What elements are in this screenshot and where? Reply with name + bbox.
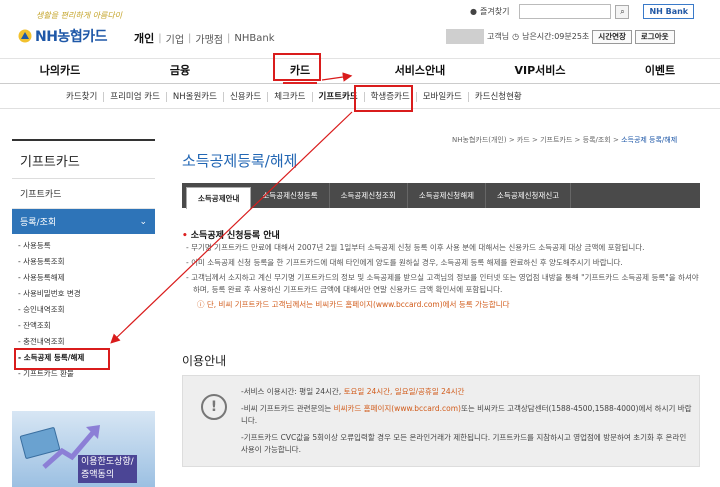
logo-text: NH농협카드 [35, 29, 107, 45]
favorites-label: 즐겨찾기 [479, 7, 510, 16]
main-nav: 나의카드 금융 카드 서비스안내 VIP서비스 이벤트 [0, 58, 720, 84]
page-title: 소득공제등록/해제 [182, 152, 298, 170]
section-title: • 소득공제 신청등록 안내 [182, 228, 280, 241]
site-nav-personal[interactable]: 개인 [134, 30, 154, 46]
site-nav-nhbank[interactable]: NHBank [234, 33, 274, 44]
sidebar-sub-register-cancel[interactable]: - 사용등록해제 [18, 270, 155, 286]
logout-button[interactable]: 로그아웃 [634, 29, 675, 44]
tab-apply-register[interactable]: 소득공제신청등록 [251, 183, 330, 208]
guide-bullet: - 이미 소득공제 신청 등록을 한 기프트카드에 대해 타인에게 양도를 원하… [186, 258, 623, 267]
bullet-icon: • [182, 231, 188, 241]
sub-nav-status[interactable]: 카드신청현황 [469, 92, 528, 102]
highlight-sub-gift [354, 85, 413, 112]
info-icon: ⓘ [197, 300, 205, 309]
slogan: 생활을 편리하게 아름다이 [36, 11, 123, 20]
sub-nav-check[interactable]: 체크카드 [268, 91, 313, 102]
session-timer: 남은시간:09분25초 [522, 32, 590, 41]
gnb-service[interactable]: 서비스안내 [360, 59, 480, 83]
sidebar-item-register[interactable]: 등록/조회 ⌄ [12, 209, 155, 234]
sidebar-sub-approval-inquiry[interactable]: - 승인내역조회 [18, 302, 155, 318]
sidebar-sub-register-inquiry[interactable]: - 사용등록조회 [18, 254, 155, 270]
search-icon[interactable]: ⌕ [615, 4, 630, 19]
exclamation-icon: ! [201, 394, 227, 420]
extend-session-button[interactable]: 시간연장 [592, 29, 632, 44]
tab-apply-report[interactable]: 소득공제신청재신고 [486, 183, 572, 208]
sidebar-sub-balance[interactable]: - 잔액조회 [18, 318, 155, 334]
highlight-sidebar-tax [14, 348, 110, 370]
gnb-my-card[interactable]: 나의카드 [0, 59, 120, 83]
sub-nav-premium[interactable]: 프리미엄 카드 [104, 91, 167, 102]
content-tabs: 소득공제안내 소득공제신청등록 소득공제신청조회 소득공제신청해제 소득공제신청… [182, 183, 700, 209]
nh-logo[interactable]: NH농협카드 [18, 26, 107, 46]
sidebar-item-register-label: 등록/조회 [20, 218, 57, 228]
tab-apply-cancel[interactable]: 소득공제신청해제 [408, 183, 487, 208]
nh-logo-icon [18, 29, 32, 43]
gnb-vip[interactable]: VIP서비스 [480, 59, 600, 83]
site-nav: 개인 | 기업 | 가맹점 | NHBank [134, 30, 275, 46]
search-input[interactable] [519, 4, 612, 19]
sidebar-sub-password-change[interactable]: - 사용비밀번호 변경 [18, 286, 155, 302]
breadcrumb: NH농협카드(개인) > 카드 > 기프트카드 > 등록/조회 > 소득공제 등… [452, 135, 677, 145]
sub-nav-find-card[interactable]: 카드찾기 [60, 91, 105, 102]
usage-hours: -서비스 이용시간: 평일 24시간, 토요일 24시간, 일요일/공휴일 24… [241, 387, 465, 396]
limit-increase-banner[interactable]: 이용한도상향/ 증액동의 [12, 411, 155, 487]
gnb-finance[interactable]: 금융 [120, 59, 240, 83]
gnb-event[interactable]: 이벤트 [600, 59, 720, 83]
breadcrumb-current: 소득공제 등록/해제 [621, 136, 678, 144]
session-prefix: 고객님 [487, 32, 510, 41]
site-nav-corporate[interactable]: 기업 [166, 31, 184, 46]
nhbank-button[interactable]: NH Bank [643, 4, 695, 19]
cvc-notice: -기프트카드 CVC값을 5회이상 오류입력할 경우 모든 온라인거래가 제한됩… [241, 433, 687, 454]
sidebar-sub-use-register[interactable]: - 사용등록 [18, 238, 155, 254]
site-nav-merchant[interactable]: 가맹점 [195, 31, 223, 46]
favorites-link[interactable]: ● 즐겨찾기 [470, 6, 509, 17]
sub-nav-credit[interactable]: 신용카드 [224, 91, 269, 102]
session-bar: 고객님 ◷ 남은시간:09분25초 시간연장 로그아웃 [446, 29, 675, 44]
banner-line-1: 이용한도상향/ [81, 457, 134, 467]
sub-nav-mobile[interactable]: 모바일카드 [417, 91, 469, 102]
masked-username [446, 29, 484, 44]
guide-bullets: - 무기명 기프트카드 만료에 대해서 2007년 2월 1일부터 소득공제 신… [186, 242, 700, 314]
chevron-down-icon: ⌄ [139, 216, 147, 227]
banner-text: 이용한도상향/ 증액동의 [78, 455, 137, 483]
usage-info-box: ! -서비스 이용시간: 평일 24시간, 토요일 24시간, 일요일/공휴일 … [182, 375, 700, 467]
section-title-text: 소득공제 신청등록 안내 [190, 231, 280, 241]
top-header: 생활을 편리하게 아름다이 NH농협카드 개인 | 기업 | 가맹점 | NHB… [0, 0, 720, 52]
bc-card-notice: ⓘ 단, 비씨 기프트카드 고객님께서는 비씨카드 홈페이지(www.bccar… [197, 300, 510, 309]
sidebar-title: 기프트카드 [12, 139, 155, 179]
utility-bar: ● 즐겨찾기 ⌕ NH Bank [470, 4, 695, 19]
usage-info-title: 이용안내 [182, 354, 227, 368]
star-icon: ● [470, 7, 477, 16]
guide-bullet: - 고객님께서 소지하고 계신 무기명 기프트카드의 정보 및 소득공제를 받으… [186, 273, 699, 294]
tab-guide[interactable]: 소득공제안내 [186, 186, 252, 209]
tab-apply-inquiry[interactable]: 소득공제신청조회 [330, 183, 408, 208]
usage-info-lines: -서비스 이용시간: 평일 24시간, 토요일 24시간, 일요일/공휴일 24… [241, 386, 693, 461]
sidebar-item-gift-card[interactable]: 기프트카드 [12, 179, 155, 209]
highlight-gnb-card [273, 53, 321, 81]
breadcrumb-path: NH농협카드(개인) > 카드 > 기프트카드 > 등록/조회 > [452, 136, 622, 144]
banner-line-2: 증액동의 [81, 470, 115, 480]
clock-icon: ◷ [512, 32, 520, 41]
sub-nav-allone[interactable]: NH올원카드 [167, 91, 224, 102]
bc-inquiry: -비씨 기프트카드 관련문의는 비씨카드 홈페이지(www.bccard.com… [241, 404, 692, 425]
guide-bullet: - 무기명 기프트카드 만료에 대해서 2007년 2월 1일부터 소득공제 신… [186, 243, 645, 252]
